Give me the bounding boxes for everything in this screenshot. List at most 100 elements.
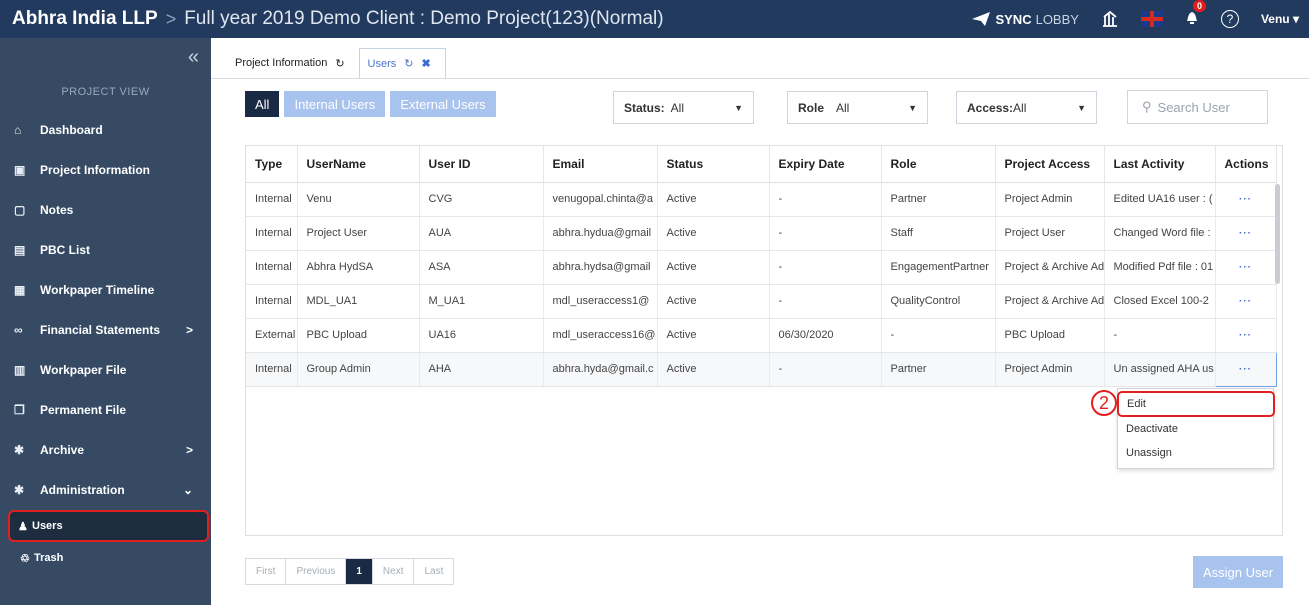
- cell-email: mdl_useraccess1@: [543, 284, 658, 319]
- sync-lobby-button[interactable]: SYNC LOBBY: [971, 11, 1079, 27]
- tab-users[interactable]: Users ↻ ✖: [358, 48, 446, 78]
- search-icon: ⚲: [1142, 99, 1152, 114]
- cell-user-id: AUA: [419, 216, 544, 251]
- sidebar-item-notes[interactable]: ▢ Notes: [0, 190, 211, 230]
- search-input[interactable]: ⚲ Search User: [1127, 90, 1268, 124]
- cell-user-id: CVG: [419, 182, 544, 217]
- sidebar-subitem-users[interactable]: ♟ Users: [8, 510, 209, 542]
- cell-status: Active: [657, 352, 770, 387]
- menu-item-edit[interactable]: Edit: [1117, 391, 1275, 417]
- more-icon: ···: [1239, 262, 1252, 273]
- cell-role: EngagementPartner: [881, 250, 996, 285]
- row-actions-menu-button[interactable]: ···: [1215, 182, 1277, 217]
- pagination-previous[interactable]: Previous: [286, 559, 347, 584]
- menu-item-deactivate[interactable]: Deactivate: [1118, 417, 1273, 441]
- sidebar-item-pbc-list[interactable]: ▤ PBC List: [0, 230, 211, 270]
- column-header-expiry-date[interactable]: Expiry Date: [769, 146, 882, 183]
- cell-user-id: ASA: [419, 250, 544, 285]
- table-scrollbar[interactable]: [1275, 184, 1280, 284]
- cell-username: Group Admin: [297, 352, 420, 387]
- language-flag-icon[interactable]: [1140, 11, 1163, 27]
- sidebar-item-dashboard[interactable]: ⌂ Dashboard: [0, 110, 211, 150]
- sidebar-item-workpaper-file[interactable]: ▥ Workpaper File: [0, 350, 211, 390]
- pagination: First Previous 1 Next Last: [245, 558, 455, 585]
- close-icon[interactable]: ✖: [422, 57, 431, 70]
- column-header-username[interactable]: UserName: [297, 146, 420, 183]
- cell-email: abhra.hydsa@gmail: [543, 250, 658, 285]
- column-header-project-access[interactable]: Project Access: [995, 146, 1105, 183]
- cell-role: QualityControl: [881, 284, 996, 319]
- row-actions-menu-button[interactable]: ···: [1215, 216, 1277, 251]
- access-select[interactable]: Access: All ▼: [956, 91, 1097, 124]
- column-header-role[interactable]: Role: [881, 146, 996, 183]
- sidebar-item-workpaper-timeline[interactable]: ▦ Workpaper Timeline: [0, 270, 211, 310]
- chevron-down-icon: ▼: [908, 102, 917, 113]
- row-actions-dropdown: Edit Deactivate Unassign: [1117, 388, 1275, 469]
- sidebar-item-permanent-file[interactable]: ❐ Permanent File: [0, 390, 211, 430]
- cell-last-activity: Un assigned AHA us: [1104, 352, 1216, 387]
- table-row: Internal MDL_UA1 M_UA1 mdl_useraccess1@ …: [246, 284, 1277, 319]
- cell-last-activity: Closed Excel 100-2: [1104, 284, 1216, 319]
- building-icon[interactable]: [1101, 10, 1119, 28]
- cell-role: Partner: [881, 352, 996, 387]
- cell-email: abhra.hydua@gmail: [543, 216, 658, 251]
- sidebar-item-project-information[interactable]: ▣ Project Information: [0, 150, 211, 190]
- row-actions-menu-button[interactable]: ···: [1215, 250, 1277, 285]
- table-row: Internal Group Admin AHA abhra.hyda@gmai…: [246, 351, 1277, 387]
- info-card-icon: ▣: [14, 163, 26, 177]
- assign-user-button[interactable]: Assign User: [1193, 556, 1283, 588]
- cell-username: Project User: [297, 216, 420, 251]
- cell-role: Partner: [881, 182, 996, 217]
- filter-all-button[interactable]: All: [245, 91, 280, 117]
- filter-external-users-button[interactable]: External Users: [390, 91, 496, 117]
- sidebar-item-financial-statements[interactable]: ∞ Financial Statements >: [0, 310, 211, 350]
- pagination-first[interactable]: First: [246, 559, 287, 584]
- role-select[interactable]: Role All ▼: [787, 91, 928, 124]
- filter-internal-users-button[interactable]: Internal Users: [284, 91, 386, 117]
- column-header-email[interactable]: Email: [543, 146, 658, 183]
- column-header-last-activity[interactable]: Last Activity: [1104, 146, 1216, 183]
- status-select[interactable]: Status: All ▼: [613, 91, 754, 124]
- refresh-icon[interactable]: ↻: [404, 57, 413, 70]
- cell-type: Internal: [246, 250, 298, 285]
- sidebar-subitem-trash[interactable]: ♲ Trash: [0, 542, 211, 574]
- cell-type: Internal: [246, 182, 298, 217]
- note-icon: ▢: [14, 203, 26, 217]
- column-header-user-id[interactable]: User ID: [419, 146, 544, 183]
- cell-user-id: AHA: [419, 352, 544, 387]
- row-actions-menu-button[interactable]: ···: [1215, 284, 1277, 319]
- sidebar-item-administration[interactable]: ✱ Administration ⌄: [0, 470, 211, 510]
- chevron-down-icon: ▼: [734, 102, 743, 113]
- collapse-sidebar-icon[interactable]: «: [188, 46, 199, 69]
- cell-status: Active: [657, 182, 770, 217]
- notification-bell-icon[interactable]: 0: [1185, 0, 1206, 30]
- cell-last-activity: Changed Word file :: [1104, 216, 1216, 251]
- cell-project-access: Project & Archive Ad: [995, 250, 1105, 285]
- gear-icon: ✱: [14, 483, 25, 497]
- column-header-status[interactable]: Status: [657, 146, 770, 183]
- cell-username: Abhra HydSA: [297, 250, 420, 285]
- row-actions-menu-button[interactable]: ···: [1214, 351, 1277, 387]
- cell-type: Internal: [246, 216, 298, 251]
- notification-count: 0: [1192, 0, 1206, 12]
- cell-role: Staff: [881, 216, 996, 251]
- menu-item-unassign[interactable]: Unassign: [1118, 441, 1273, 465]
- row-actions-menu-button[interactable]: ···: [1215, 318, 1277, 353]
- cell-username: Venu: [297, 182, 420, 217]
- refresh-icon[interactable]: ↻: [335, 57, 344, 70]
- cell-user-id: UA16: [419, 318, 544, 353]
- cell-last-activity: Edited UA16 user : (: [1104, 182, 1216, 217]
- user-menu[interactable]: Venu ▾: [1261, 12, 1299, 26]
- column-header-type[interactable]: Type: [246, 146, 298, 183]
- tab-project-information[interactable]: Project Information ↻: [227, 48, 359, 78]
- copy-icon: ❐: [14, 403, 25, 417]
- cell-expiry-date: -: [769, 352, 882, 387]
- pagination-next[interactable]: Next: [373, 559, 415, 584]
- cell-project-access: Project Admin: [995, 182, 1105, 217]
- sidebar-item-archive[interactable]: ✱ Archive >: [0, 430, 211, 470]
- cell-project-access: Project Admin: [995, 352, 1105, 387]
- pagination-page-1[interactable]: 1: [346, 559, 373, 584]
- pagination-last[interactable]: Last: [414, 559, 453, 584]
- help-icon[interactable]: ?: [1220, 10, 1239, 28]
- chevron-right-icon: >: [185, 443, 193, 457]
